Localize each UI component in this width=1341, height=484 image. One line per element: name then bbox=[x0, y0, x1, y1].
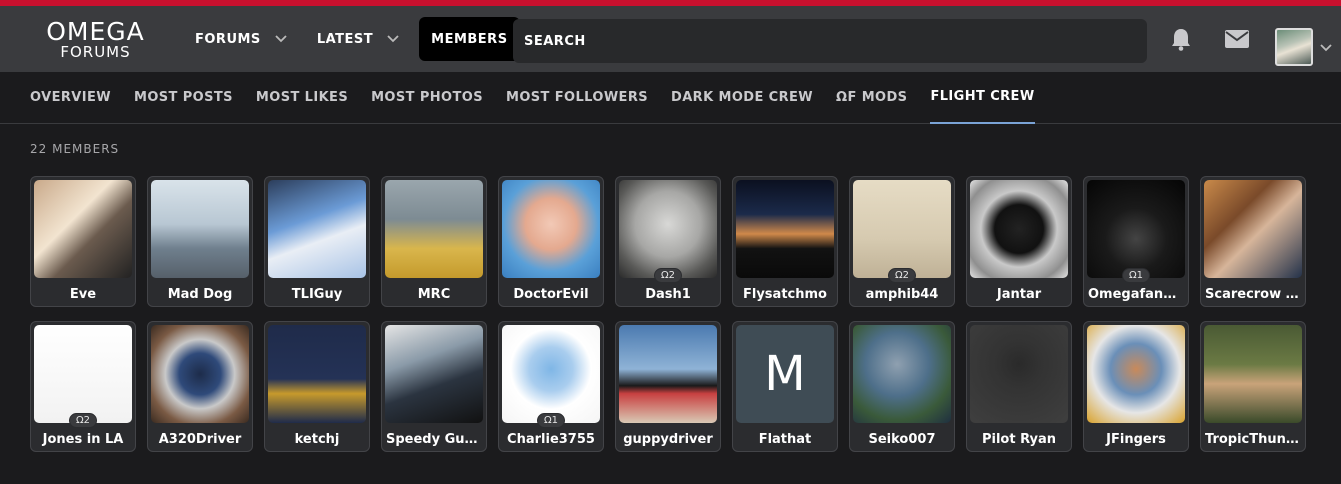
tab-most-photos[interactable]: MOST PHOTOS bbox=[371, 72, 483, 124]
member-card[interactable]: Scarecrow B... bbox=[1200, 176, 1306, 307]
chevron-down-icon[interactable] bbox=[387, 35, 399, 43]
member-avatar[interactable] bbox=[970, 180, 1068, 278]
nav-members[interactable]: MEMBERS bbox=[419, 17, 520, 61]
member-name[interactable]: Flysatchmo bbox=[733, 287, 837, 302]
member-card[interactable]: Speedy Gup... bbox=[381, 321, 487, 452]
member-card[interactable]: A320Driver bbox=[147, 321, 253, 452]
member-name[interactable]: DoctorEvil bbox=[499, 287, 603, 302]
member-card[interactable]: TropicThunder bbox=[1200, 321, 1306, 452]
member-name[interactable]: A320Driver bbox=[148, 432, 252, 447]
rank-badge: Ω2 bbox=[653, 268, 683, 283]
avatar-letter: M bbox=[736, 325, 834, 423]
bell-icon[interactable] bbox=[1168, 26, 1194, 52]
member-avatar[interactable] bbox=[619, 180, 717, 278]
member-grid: Eve Mad Dog TLIGuy MRC DoctorEvil Ω2 Dash1 Flys… bbox=[30, 176, 1306, 452]
member-card[interactable]: Pilot Ryan bbox=[966, 321, 1072, 452]
member-name[interactable]: Seiko007 bbox=[850, 432, 954, 447]
rank-badge: Ω2 bbox=[68, 413, 98, 428]
member-avatar[interactable]: M bbox=[736, 325, 834, 423]
envelope-icon[interactable] bbox=[1224, 26, 1250, 52]
member-avatar[interactable] bbox=[268, 325, 366, 423]
member-count: 22 MEMBERS bbox=[30, 142, 120, 156]
member-avatar[interactable] bbox=[619, 325, 717, 423]
top-navigation-bar: OMEGA FORUMS FORUMS LATEST MEMBERS SEARC… bbox=[0, 6, 1341, 72]
member-card[interactable]: Eve bbox=[30, 176, 136, 307]
member-avatar[interactable] bbox=[853, 180, 951, 278]
member-name[interactable]: Mad Dog bbox=[148, 287, 252, 302]
member-card[interactable]: M Flathat bbox=[732, 321, 838, 452]
member-card[interactable]: Jantar bbox=[966, 176, 1072, 307]
tab-flight-crew[interactable]: FLIGHT CREW bbox=[930, 72, 1035, 124]
site-logo[interactable]: OMEGA FORUMS bbox=[28, 19, 163, 60]
chevron-down-icon[interactable] bbox=[1320, 44, 1332, 52]
nav-latest[interactable]: LATEST bbox=[305, 17, 411, 61]
rank-badge: Ω1 bbox=[536, 413, 566, 428]
tab-most-likes[interactable]: MOST LIKES bbox=[256, 72, 348, 124]
member-name[interactable]: ketchj bbox=[265, 432, 369, 447]
member-avatar[interactable] bbox=[502, 325, 600, 423]
tab-most-followers[interactable]: MOST FOLLOWERS bbox=[506, 72, 648, 124]
member-avatar[interactable] bbox=[1204, 180, 1302, 278]
member-name[interactable]: Jantar bbox=[967, 287, 1071, 302]
member-avatar[interactable] bbox=[385, 325, 483, 423]
user-avatar[interactable] bbox=[1275, 28, 1313, 66]
member-name[interactable]: Charlie3755 bbox=[499, 432, 603, 447]
member-name[interactable]: MRC bbox=[382, 287, 486, 302]
tab-most-posts[interactable]: MOST POSTS bbox=[134, 72, 233, 124]
member-card[interactable]: Mad Dog bbox=[147, 176, 253, 307]
member-name[interactable]: amphib44 bbox=[850, 287, 954, 302]
member-card[interactable]: guppydriver bbox=[615, 321, 721, 452]
rank-badge: Ω2 bbox=[887, 268, 917, 283]
member-name[interactable]: TropicThunder bbox=[1201, 432, 1305, 447]
member-avatar[interactable] bbox=[151, 325, 249, 423]
rank-badge: Ω1 bbox=[1121, 268, 1151, 283]
main-nav: FORUMS LATEST MEMBERS bbox=[183, 17, 520, 61]
member-name[interactable]: Jones in LA bbox=[31, 432, 135, 447]
tab-of-mods[interactable]: ΩF MODS bbox=[836, 72, 907, 124]
chevron-down-icon[interactable] bbox=[275, 35, 287, 43]
member-name[interactable]: JFingers bbox=[1084, 432, 1188, 447]
member-name[interactable]: Flathat bbox=[733, 432, 837, 447]
members-subnav: OVERVIEW MOST POSTS MOST LIKES MOST PHOT… bbox=[0, 72, 1341, 124]
member-avatar[interactable] bbox=[1087, 180, 1185, 278]
member-card[interactable]: Ω1 Charlie3755 bbox=[498, 321, 604, 452]
member-avatar[interactable] bbox=[151, 180, 249, 278]
member-name[interactable]: Eve bbox=[31, 287, 135, 302]
member-name[interactable]: Dash1 bbox=[616, 287, 720, 302]
member-card[interactable]: TLIGuy bbox=[264, 176, 370, 307]
member-card[interactable]: MRC bbox=[381, 176, 487, 307]
member-name[interactable]: Pilot Ryan bbox=[967, 432, 1071, 447]
tab-dark-mode-crew[interactable]: DARK MODE CREW bbox=[671, 72, 813, 124]
nav-forums[interactable]: FORUMS bbox=[183, 17, 299, 61]
member-card[interactable]: JFingers bbox=[1083, 321, 1189, 452]
member-avatar[interactable] bbox=[268, 180, 366, 278]
member-card[interactable]: Flysatchmo bbox=[732, 176, 838, 307]
member-avatar[interactable] bbox=[385, 180, 483, 278]
tab-overview[interactable]: OVERVIEW bbox=[30, 72, 111, 124]
member-card[interactable]: Ω2 Jones in LA bbox=[30, 321, 136, 452]
search-box[interactable]: SEARCH bbox=[513, 19, 1147, 63]
member-card[interactable]: Ω1 Omegafanm... bbox=[1083, 176, 1189, 307]
member-name[interactable]: Scarecrow B... bbox=[1201, 287, 1305, 302]
member-avatar[interactable] bbox=[853, 325, 951, 423]
member-avatar[interactable] bbox=[1204, 325, 1302, 423]
member-card[interactable]: Ω2 amphib44 bbox=[849, 176, 955, 307]
member-name[interactable]: guppydriver bbox=[616, 432, 720, 447]
member-name[interactable]: Omegafanm... bbox=[1084, 287, 1188, 302]
member-card[interactable]: Ω2 Dash1 bbox=[615, 176, 721, 307]
member-avatar[interactable] bbox=[970, 325, 1068, 423]
member-name[interactable]: Speedy Gup... bbox=[382, 432, 486, 447]
member-avatar[interactable] bbox=[34, 180, 132, 278]
member-card[interactable]: Seiko007 bbox=[849, 321, 955, 452]
member-avatar[interactable] bbox=[502, 180, 600, 278]
member-name[interactable]: TLIGuy bbox=[265, 287, 369, 302]
member-avatar[interactable] bbox=[736, 180, 834, 278]
member-avatar[interactable] bbox=[1087, 325, 1185, 423]
member-card[interactable]: ketchj bbox=[264, 321, 370, 452]
member-card[interactable]: DoctorEvil bbox=[498, 176, 604, 307]
member-avatar[interactable] bbox=[34, 325, 132, 423]
